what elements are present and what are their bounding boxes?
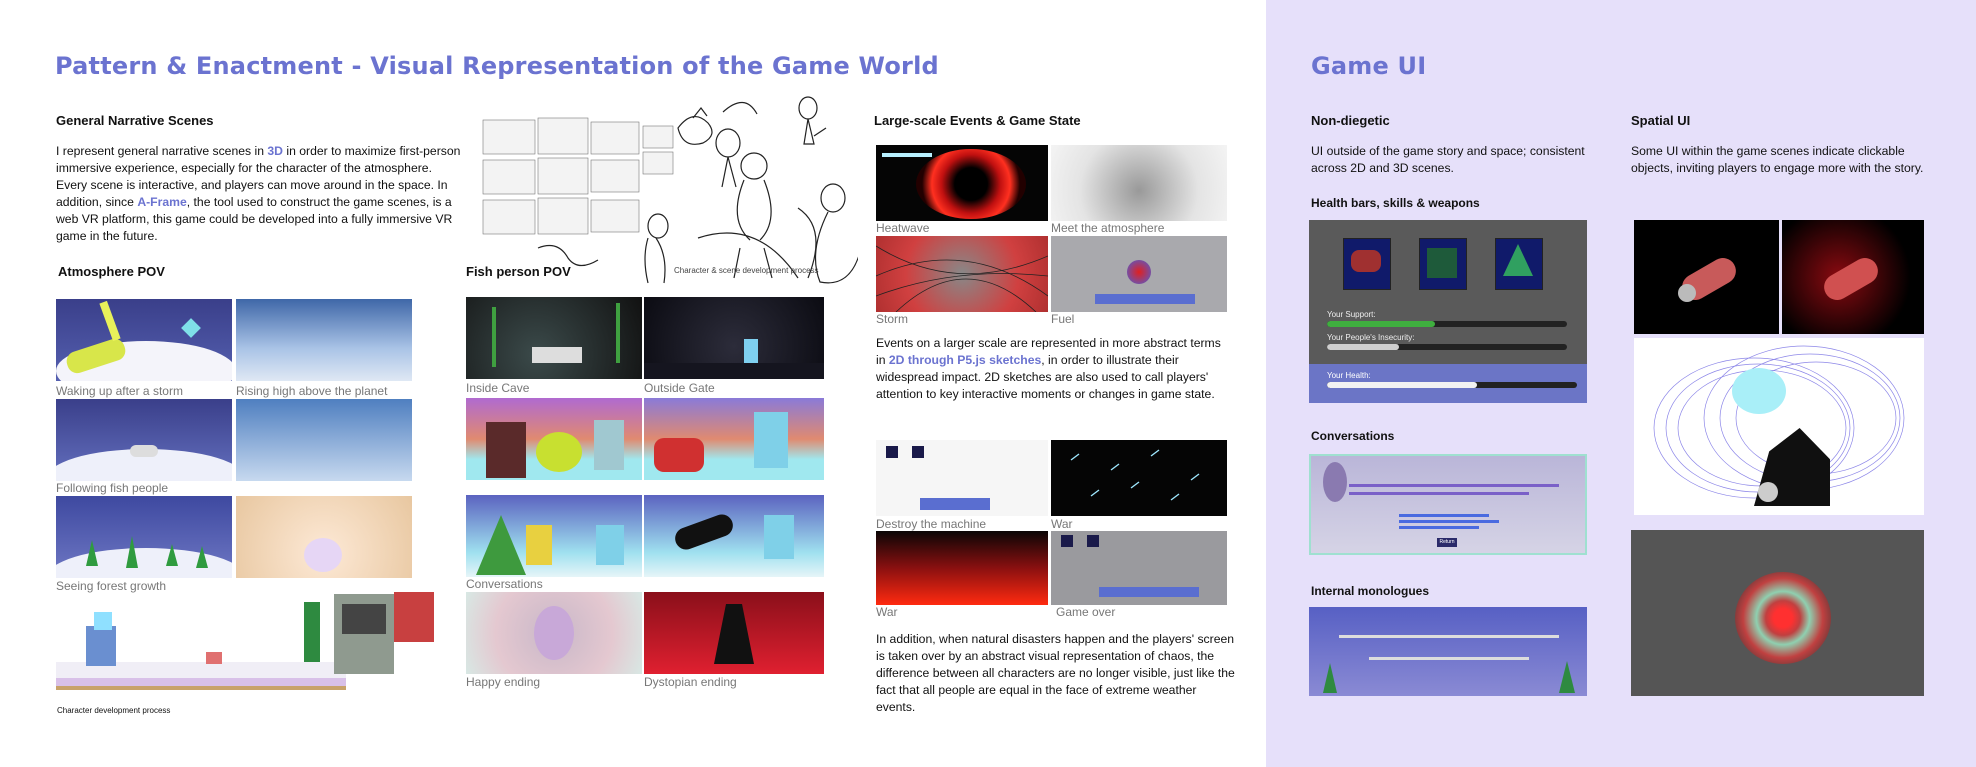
spatial-click-target-2[interactable] xyxy=(1758,482,1778,502)
caption-dystopian-ending: Dystopian ending xyxy=(644,675,737,689)
pixel-caption: Character development process xyxy=(57,706,171,715)
link-aframe[interactable]: A-Frame xyxy=(137,195,186,209)
storm-image xyxy=(876,236,1048,312)
sketch-caption: Character & scene development process xyxy=(674,266,819,275)
caption-waking-up: Waking up after a storm xyxy=(56,384,183,398)
heatwave-image xyxy=(876,145,1048,221)
storm-lines xyxy=(876,245,1048,312)
caption-conversations: Conversations xyxy=(466,577,543,591)
game-ui-title: Game UI xyxy=(1311,52,1427,80)
events-heading: Large-scale Events & Game State xyxy=(874,113,1081,128)
health-bars-image: Your Support: Your People's Insecurity: … xyxy=(1309,220,1587,403)
outside-gate-image xyxy=(644,297,824,379)
events-text-1: Events on a larger scale are represented… xyxy=(876,336,1221,401)
monologues-image xyxy=(1309,607,1587,696)
spatial-heading: Spatial UI xyxy=(1631,113,1691,128)
link-3d[interactable]: 3D xyxy=(267,144,283,158)
narrative-text: I represent general narrative scenes in … xyxy=(56,144,461,243)
caption-meet-atmosphere: Meet the atmosphere xyxy=(1051,221,1165,235)
health-heading: Health bars, skills & weapons xyxy=(1311,196,1480,210)
war-image-2 xyxy=(876,531,1048,605)
caption-destroy-machine: Destroy the machine xyxy=(876,517,987,531)
spatial-orbit-image xyxy=(1634,338,1924,515)
dystopian-ending-image xyxy=(644,592,824,674)
conversation-image-4 xyxy=(644,495,824,577)
caption-war-2: War xyxy=(876,605,898,619)
conversations-ui-image: Return xyxy=(1309,454,1587,555)
war-streaks xyxy=(1070,449,1200,501)
seed-image xyxy=(236,496,412,578)
support-label: Your Support: xyxy=(1327,310,1376,319)
events-text-2: In addition, when natural disasters happ… xyxy=(876,632,1235,714)
support-bar xyxy=(1327,321,1567,327)
trees-drawing xyxy=(86,536,208,568)
insecurity-bar xyxy=(1327,344,1567,350)
rising-high-image xyxy=(236,299,412,381)
caption-inside-cave: Inside Cave xyxy=(466,381,530,395)
return-button[interactable]: Return xyxy=(1437,538,1457,547)
caption-fuel: Fuel xyxy=(1051,312,1075,326)
narrative-heading: General Narrative Scenes xyxy=(56,113,214,128)
spatial-text: Some UI within the game scenes indicate … xyxy=(1631,144,1924,175)
conversations-heading: Conversations xyxy=(1311,429,1395,443)
fuel-image xyxy=(1051,236,1227,312)
caption-outside-gate: Outside Gate xyxy=(644,381,715,395)
spatial-claw-image xyxy=(1634,220,1779,334)
caption-game-over: Game over xyxy=(1056,605,1116,619)
war-image-1 xyxy=(1051,440,1227,516)
insecurity-label: Your People's Insecurity: xyxy=(1327,333,1415,342)
following-fish-image xyxy=(56,399,232,481)
meet-atmosphere-image xyxy=(1051,145,1227,221)
link-p5js[interactable]: 2D through P5.js sketches xyxy=(889,353,1041,367)
monologues-heading: Internal monologues xyxy=(1311,584,1430,598)
spatial-click-target-1[interactable] xyxy=(1678,284,1696,302)
caption-heatwave: Heatwave xyxy=(876,221,930,235)
destroy-machine-image xyxy=(876,440,1048,516)
nondiegetic-text: UI outside of the game story and space; … xyxy=(1311,144,1585,175)
waking-up-image xyxy=(56,299,232,381)
caption-war-1: War xyxy=(1051,517,1073,531)
inside-cave-image xyxy=(466,297,642,379)
caption-storm: Storm xyxy=(876,312,909,326)
conversation-image-1 xyxy=(466,398,642,480)
caption-rising-high: Rising high above the planet xyxy=(236,384,388,398)
caption-following-fish: Following fish people xyxy=(56,481,169,495)
nondiegetic-heading: Non-diegetic xyxy=(1311,113,1390,128)
game-over-image xyxy=(1051,531,1227,605)
fish-heading: Fish person POV xyxy=(466,264,571,279)
forest-growth-image xyxy=(56,496,232,578)
conversation-image-2 xyxy=(644,398,824,480)
atmosphere-heading: Atmosphere POV xyxy=(58,264,165,279)
page-title: Pattern & Enactment - Visual Representat… xyxy=(55,52,939,80)
clouds-image xyxy=(236,399,412,481)
spatial-claw-image-red xyxy=(1782,220,1924,334)
spatial-click-target-3[interactable] xyxy=(1735,572,1831,664)
health-bar xyxy=(1327,382,1577,388)
happy-ending-image xyxy=(466,592,642,674)
conversation-image-3 xyxy=(466,495,642,577)
pixel-characters-image xyxy=(56,582,460,710)
spatial-target-image xyxy=(1631,530,1924,696)
caption-happy-ending: Happy ending xyxy=(466,675,541,689)
health-label: Your Health: xyxy=(1327,371,1371,380)
